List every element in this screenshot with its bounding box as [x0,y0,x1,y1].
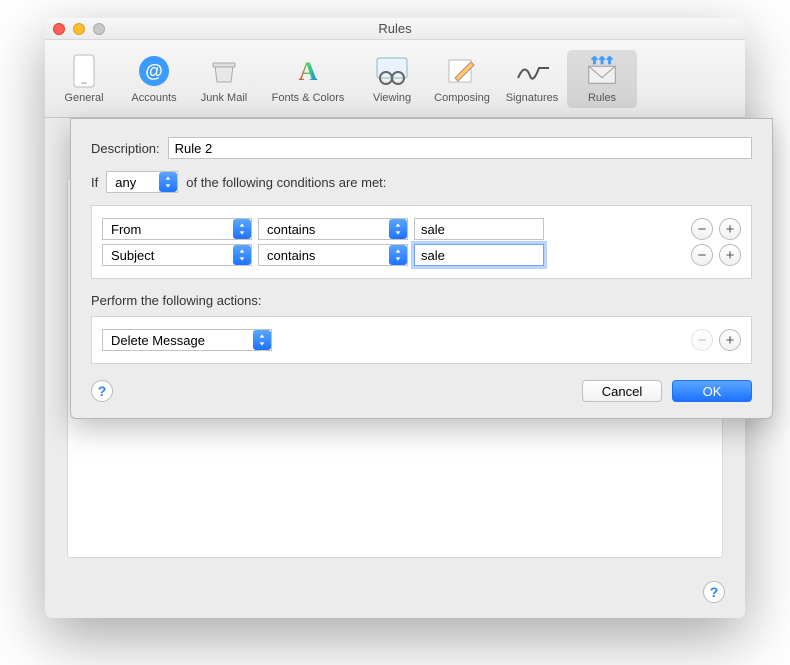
select-arrows-icon [389,245,407,265]
rules-icon [585,54,619,88]
tab-rules[interactable]: Rules [567,50,637,108]
zoom-window-button[interactable] [93,23,105,35]
fonts-colors-icon: A [291,54,325,88]
conditions-block: From contains − + Subject contains [91,205,752,279]
remove-condition-button[interactable]: − [691,244,713,266]
tab-label: Viewing [373,92,411,104]
tab-label: Rules [588,92,616,104]
action-select[interactable]: Delete Message [102,329,272,351]
description-input[interactable] [168,137,752,159]
select-value: contains [267,222,315,237]
select-value: contains [267,248,315,263]
condition-row: Subject contains − + [102,244,741,266]
if-mode-value: any [115,175,136,190]
viewing-icon [375,54,409,88]
edit-rule-sheet: Description: If any of the following con… [70,118,773,419]
tab-junk-mail[interactable]: Junk Mail [189,50,259,108]
tab-label: Junk Mail [201,92,247,104]
preferences-toolbar: General @ Accounts Junk Mail A Fonts & C… [45,40,745,118]
select-arrows-icon [389,219,407,239]
if-suffix-label: of the following conditions are met: [186,175,386,190]
select-value: Subject [111,248,154,263]
general-icon [67,54,101,88]
condition-operator-select[interactable]: contains [258,244,408,266]
sheet-footer: ? Cancel OK [91,380,752,402]
add-condition-button[interactable]: + [719,244,741,266]
accounts-icon: @ [137,54,171,88]
tab-label: Accounts [131,92,176,104]
junk-mail-icon [207,54,241,88]
condition-field-select[interactable]: From [102,218,252,240]
tab-viewing[interactable]: Viewing [357,50,427,108]
svg-text:A: A [299,57,318,86]
cancel-button[interactable]: Cancel [582,380,662,402]
tab-general[interactable]: General [49,50,119,108]
select-arrows-icon [233,245,251,265]
select-value: Delete Message [111,333,205,348]
ok-button[interactable]: OK [672,380,752,402]
select-arrows-icon [233,219,251,239]
tab-label: Composing [434,92,490,104]
if-prefix-label: If [91,175,98,190]
action-row: Delete Message − + [102,329,741,351]
remove-action-button: − [691,329,713,351]
if-mode-select[interactable]: any [106,171,178,193]
tab-composing[interactable]: Composing [427,50,497,108]
tab-label: Signatures [506,92,559,104]
close-window-button[interactable] [53,23,65,35]
add-condition-button[interactable]: + [719,218,741,240]
preferences-window: Rules General @ Accounts Junk Mail A Fon… [45,18,745,618]
actions-label: Perform the following actions: [91,293,752,308]
help-button[interactable]: ? [703,581,725,603]
tab-signatures[interactable]: Signatures [497,50,567,108]
traffic-lights [53,23,105,35]
tab-label: General [64,92,103,104]
select-arrows-icon [253,330,271,350]
tab-label: Fonts & Colors [272,92,345,104]
select-value: From [111,222,141,237]
minimize-window-button[interactable] [73,23,85,35]
svg-text:@: @ [145,61,163,81]
titlebar: Rules [45,18,745,40]
condition-field-select[interactable]: Subject [102,244,252,266]
help-button[interactable]: ? [91,380,113,402]
condition-operator-select[interactable]: contains [258,218,408,240]
tab-accounts[interactable]: @ Accounts [119,50,189,108]
add-action-button[interactable]: + [719,329,741,351]
composing-icon [445,54,479,88]
signatures-icon [515,54,549,88]
select-arrows-icon [159,172,177,192]
condition-value-input[interactable] [414,218,544,240]
tab-fonts-colors[interactable]: A Fonts & Colors [259,50,357,108]
remove-condition-button[interactable]: − [691,218,713,240]
actions-block: Delete Message − + [91,316,752,364]
window-title: Rules [45,21,745,36]
condition-value-input[interactable] [414,244,544,266]
condition-row: From contains − + [102,218,741,240]
description-label: Description: [91,141,160,156]
